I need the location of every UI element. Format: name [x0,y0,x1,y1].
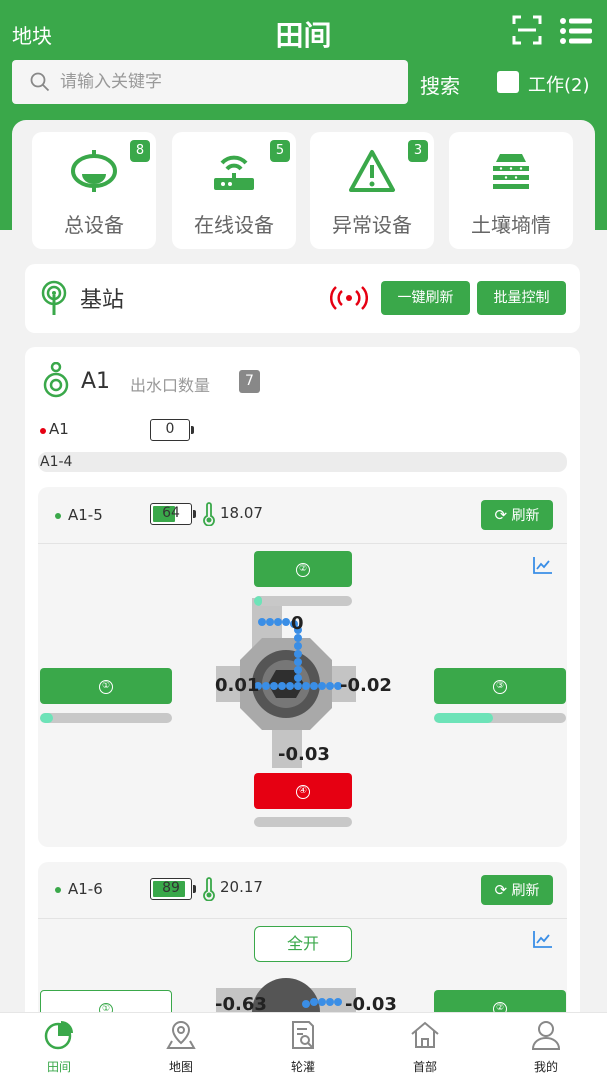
device-icon [71,150,117,192]
base-station-title: 基站 [80,288,125,313]
valve-icon [43,362,69,398]
battery-value: 0 [165,421,175,437]
outlet-4-progress [254,817,352,827]
search-box [12,60,408,104]
progress-fill [434,713,494,723]
router-icon [214,155,254,190]
soil-icon [493,154,529,189]
divider [38,543,567,544]
scan-icon[interactable] [512,15,542,45]
temperature-value: 20.17 [220,878,263,896]
refresh-icon: ⟳ [494,881,508,899]
battery-indicator: 64 [150,503,196,525]
stat-badge: 8 [130,140,150,162]
tab-label: 首部 [412,1060,437,1074]
unit-name: A1-6 [68,880,103,898]
refresh-button[interactable]: ⟳ 刷新 [481,500,553,530]
refresh-icon: ⟳ [494,506,508,524]
flow-right: -0.02 [340,675,392,696]
antenna-icon [41,280,67,315]
refresh-all-button[interactable]: 一键刷新 [381,281,470,315]
battery-value: 89 [162,880,180,896]
outlet-2-progress [254,596,352,606]
outlet-number: ② [296,562,310,577]
outlet-count-badge: 7 [239,370,260,393]
stat-abnormal-devices[interactable]: 异常设备 3 [310,132,434,249]
pie-chart-icon [44,1021,73,1050]
refresh-label: 刷新 [511,883,540,899]
offline-dot [40,428,46,434]
stat-label: 在线设备 [194,213,274,237]
map-pin-icon [166,1020,196,1049]
battery-indicator: 89 [150,878,196,900]
unit-name: A1-5 [68,506,103,524]
search-input[interactable] [60,72,380,92]
search-icon [30,72,50,92]
flow-bottom: -0.03 [278,744,330,765]
sub-group-bar[interactable] [38,452,567,472]
temperature-value: 18.07 [220,504,263,522]
warning-icon [349,150,395,192]
work-label: 工作(2) [528,75,590,96]
outlet-2-button[interactable]: ② [254,551,352,587]
stat-label: 土壤墒情 [471,213,551,237]
chart-icon[interactable] [532,929,554,949]
battery-value: 64 [162,505,180,521]
sub-group-name: A1-4 [40,454,73,470]
outlet-count-label: 出水口数量 [130,376,211,395]
chart-icon[interactable] [532,555,554,575]
stat-label: 异常设备 [332,213,412,237]
user-icon [531,1021,561,1050]
batch-control-button[interactable]: 批量控制 [477,281,566,315]
stat-total-devices[interactable]: 总设备 8 [32,132,156,249]
tab-label: 地图 [168,1060,193,1074]
tab-rotation[interactable]: 轮灌 [263,1013,343,1080]
tab-field[interactable]: 田间 [19,1013,99,1080]
tab-label: 田间 [46,1060,71,1074]
home-icon [411,1021,439,1048]
outlet-number: ① [99,679,113,694]
tab-label: 轮灌 [290,1060,315,1074]
battery-indicator: 0 [150,419,194,441]
outlet-4-button[interactable]: ④ [254,773,352,809]
outlet-1-progress [40,713,172,723]
tab-head[interactable]: 首部 [385,1013,465,1080]
signal-icon [330,286,368,310]
menu-icon[interactable] [560,17,592,45]
group-name: A1 [81,369,111,394]
refresh-button[interactable]: ⟳ 刷新 [481,875,553,905]
outlet-number: ③ [493,679,507,694]
stat-soil-moisture[interactable]: 土壤墒情 [449,132,573,249]
stat-online-devices[interactable]: 在线设备 5 [172,132,296,249]
flow-left: 0.01 [215,675,260,696]
outlet-1-button[interactable]: ① [40,668,172,704]
tab-map[interactable]: 地图 [141,1013,221,1080]
refresh-label: 刷新 [511,508,540,524]
device-name: A1 [49,420,69,438]
tab-label: 我的 [533,1060,558,1074]
work-checkbox[interactable] [497,71,519,93]
tab-mine[interactable]: 我的 [506,1013,586,1080]
progress-fill [40,713,54,723]
outlet-3-button[interactable]: ③ [434,668,566,704]
online-dot [55,887,61,893]
open-all-button[interactable]: 全开 [254,926,352,962]
document-search-icon [292,1021,314,1049]
stat-badge: 5 [270,140,290,162]
thermometer-icon [203,877,215,901]
progress-fill [254,596,262,606]
stat-badge: 3 [408,140,428,162]
thermometer-icon [203,502,215,526]
outlet-3-progress [434,713,566,723]
search-button[interactable]: 搜索 [420,70,460,99]
stat-label: 总设备 [64,213,124,237]
outlet-number: ④ [296,784,310,799]
flow-top: 0 [291,613,304,634]
online-dot [55,513,61,519]
divider [38,918,567,919]
tab-bar: 田间 地图 轮灌 首部 我的 [0,1012,607,1080]
